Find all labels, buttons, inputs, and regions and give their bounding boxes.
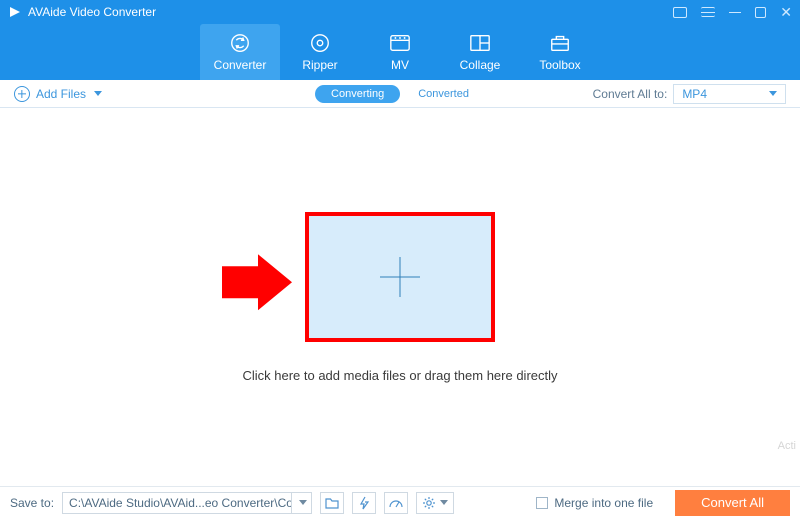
- main-nav: Converter Ripper MV Collage Toolbox: [0, 24, 800, 80]
- merge-label: Merge into one file: [554, 496, 653, 510]
- nav-tab-toolbox[interactable]: Toolbox: [520, 24, 600, 80]
- format-selected-value: MP4: [682, 87, 707, 101]
- checkbox-icon: [536, 497, 548, 509]
- add-files-button[interactable]: Add Files: [14, 86, 102, 102]
- window-controls: ✕: [673, 5, 792, 19]
- add-files-label: Add Files: [36, 87, 86, 101]
- mv-icon: [389, 32, 411, 54]
- window-close-icon[interactable]: ✕: [780, 5, 792, 19]
- feedback-icon[interactable]: [673, 7, 687, 18]
- plus-icon: [380, 257, 420, 297]
- open-folder-button[interactable]: [320, 492, 344, 514]
- nav-label: Toolbox: [539, 58, 580, 72]
- tab-converted[interactable]: Converted: [402, 85, 485, 103]
- converter-icon: [229, 32, 251, 54]
- watermark-text: Acti: [778, 440, 796, 452]
- convert-all-button[interactable]: Convert All: [675, 490, 790, 516]
- chevron-down-icon: [769, 91, 777, 96]
- collage-icon: [469, 32, 491, 54]
- bottom-bar: Save to: C:\AVAide Studio\AVAid...eo Con…: [0, 486, 800, 518]
- high-speed-button[interactable]: [384, 492, 408, 514]
- nav-tab-mv[interactable]: MV: [360, 24, 440, 80]
- toolbox-icon: [549, 32, 571, 54]
- nav-label: Ripper: [302, 58, 337, 72]
- settings-dropdown[interactable]: [416, 492, 454, 514]
- nav-tab-collage[interactable]: Collage: [440, 24, 520, 80]
- tab-converting[interactable]: Converting: [315, 85, 400, 103]
- nav-tab-converter[interactable]: Converter: [200, 24, 280, 80]
- nav-label: Collage: [460, 58, 501, 72]
- gpu-accel-button[interactable]: [352, 492, 376, 514]
- chevron-down-icon: [94, 91, 102, 96]
- dropzone-caption: Click here to add media files or drag th…: [242, 368, 557, 383]
- plus-circle-icon: [14, 86, 30, 102]
- sub-toolbar: Add Files Converting Converted Convert A…: [0, 80, 800, 108]
- convert-all-to-label: Convert All to:: [593, 87, 668, 101]
- nav-label: MV: [391, 58, 409, 72]
- window-maximize-icon[interactable]: [755, 7, 766, 18]
- save-path-field[interactable]: C:\AVAide Studio\AVAid...eo Converter\Co…: [62, 492, 292, 514]
- app-logo-icon: [8, 5, 22, 19]
- save-to-label: Save to:: [10, 496, 54, 510]
- save-path-dropdown[interactable]: [292, 492, 312, 514]
- window-minimize-icon[interactable]: [729, 12, 741, 13]
- add-media-dropzone[interactable]: [305, 212, 495, 342]
- nav-label: Converter: [214, 58, 267, 72]
- main-area: Click here to add media files or drag th…: [0, 108, 800, 486]
- merge-into-one-file-checkbox[interactable]: Merge into one file: [536, 496, 653, 510]
- mode-tabs: Converting Converted: [315, 85, 485, 103]
- output-format-dropdown[interactable]: MP4: [673, 84, 786, 104]
- hamburger-menu-icon[interactable]: [701, 7, 715, 17]
- app-title: AVAide Video Converter: [28, 5, 156, 19]
- ripper-icon: [309, 32, 331, 54]
- title-bar: AVAide Video Converter ✕: [0, 0, 800, 24]
- nav-tab-ripper[interactable]: Ripper: [280, 24, 360, 80]
- tutorial-arrow-icon: [222, 254, 292, 315]
- chevron-down-icon: [440, 500, 448, 505]
